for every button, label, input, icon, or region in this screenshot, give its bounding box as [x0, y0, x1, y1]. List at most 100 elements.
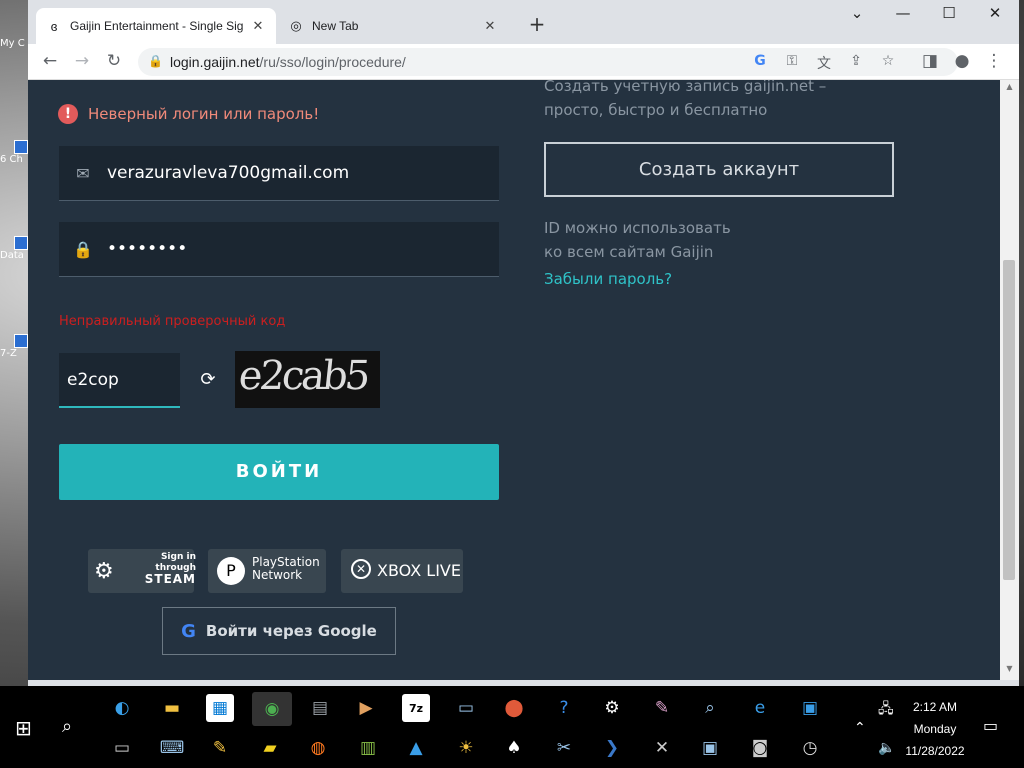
shortcut-icon — [14, 236, 28, 250]
close-tab-icon[interactable]: ✕ — [250, 18, 266, 34]
tab-strip: ɞ Gaijin Entertainment - Single Sig ✕ ◎ … — [28, 0, 1019, 44]
show-hidden-icons-chevron[interactable]: ⌃ — [854, 720, 866, 736]
paint-palette-icon[interactable]: ✎ — [206, 734, 234, 762]
envelope-icon: ✉ — [76, 163, 90, 183]
volume-icon[interactable]: 🔈 — [878, 740, 895, 756]
captcha-error: Неправильный проверочный код — [59, 314, 286, 329]
reload-button[interactable]: ↻ — [102, 50, 126, 74]
spreadsheet-icon[interactable]: ▥ — [354, 734, 382, 762]
7zip-icon[interactable]: 7z — [402, 694, 430, 722]
desktop-icon-6ch[interactable]: 6 Ch — [0, 140, 28, 165]
weather-icon[interactable]: ☀ — [452, 734, 480, 762]
media-player-icon[interactable]: ▶ — [352, 694, 380, 722]
tab-new-tab[interactable]: ◎ New Tab ✕ — [278, 8, 508, 44]
desktop-icon-7z[interactable]: 7-Z — [0, 334, 28, 359]
chrome-icon[interactable]: ◉ — [252, 692, 292, 726]
forward-button[interactable]: → — [70, 50, 94, 74]
shortcut-icon — [14, 334, 28, 348]
email-field[interactable]: ✉ verazuravleva700gmail.com — [59, 146, 499, 201]
tray-clock[interactable]: 2:12 AM Monday 11/28/2022 — [900, 696, 970, 762]
address-bar[interactable]: 🔒 login.gaijin.net/ru/sso/login/procedur… — [138, 48, 958, 76]
help-icon[interactable]: ? — [550, 694, 578, 722]
powershell-icon[interactable]: ❯ — [598, 734, 626, 762]
browser-window: ɞ Gaijin Entertainment - Single Sig ✕ ◎ … — [28, 0, 1019, 686]
steam-logo-icon: ⚙ — [94, 559, 114, 584]
paint-icon[interactable]: ✎ — [648, 694, 676, 722]
google-login-button[interactable]: G Войти через Google — [162, 607, 396, 655]
password-field[interactable]: 🔒 •••••••• — [59, 222, 499, 277]
profile-avatar-icon[interactable]: ● — [950, 50, 974, 74]
desktop-icon-my-computer[interactable]: My C — [0, 38, 28, 49]
back-button[interactable]: ← — [38, 50, 62, 74]
steam-login-button[interactable]: ⚙ Sign in through STEAM — [88, 549, 196, 593]
forgot-password-link[interactable]: Забыли пароль? — [544, 270, 672, 288]
translate-icon[interactable]: 文 — [814, 53, 834, 72]
store-icon[interactable]: ▦ — [206, 694, 234, 722]
solitaire-icon[interactable]: ♠ — [500, 734, 528, 762]
terminal-icon[interactable]: ▭ — [108, 734, 136, 762]
side-panel-icon[interactable]: ◨ — [918, 50, 942, 74]
close-tab-icon[interactable]: ✕ — [482, 18, 498, 34]
calculator-icon[interactable]: ▤ — [306, 694, 334, 722]
control-panel-icon[interactable]: ▣ — [796, 694, 824, 722]
minimize-button[interactable]: — — [880, 4, 926, 28]
url-text: login.gaijin.net/ru/sso/login/procedure/ — [170, 54, 406, 70]
refresh-captcha-icon[interactable]: ⟳ — [198, 370, 218, 390]
error-icon: ! — [58, 104, 78, 124]
lock-icon: 🔒 — [148, 54, 163, 68]
photos-icon[interactable]: ▲ — [402, 734, 430, 762]
login-page: ! Неверный логин или пароль! ✉ verazurav… — [28, 80, 1000, 680]
file-explorer-icon[interactable]: ▬ — [158, 694, 186, 722]
login-button[interactable]: ВОЙТИ — [59, 444, 499, 500]
search-icon[interactable]: ⌕ — [62, 716, 72, 737]
notepad-icon[interactable]: ▭ — [452, 694, 480, 722]
google-logo-icon: G — [181, 620, 196, 642]
playstation-logo-icon: P — [217, 557, 245, 585]
browser-toolbar: ← → ↻ 🔒 login.gaijin.net/ru/sso/login/pr… — [28, 44, 1019, 80]
keyboard-icon[interactable]: ⌨ — [158, 734, 186, 762]
create-account-button[interactable]: Создать аккаунт — [544, 142, 894, 197]
psn-login-button[interactable]: P PlayStation Network — [208, 549, 326, 593]
lock-icon: 🔒 — [73, 239, 93, 259]
scrollbar-thumb[interactable] — [1003, 260, 1015, 580]
shortcut-icon — [14, 140, 28, 154]
steam-label: Sign in through STEAM — [144, 552, 196, 586]
chrome-favicon-icon: ◎ — [290, 18, 302, 33]
sticky-notes-icon[interactable]: ▰ — [256, 734, 284, 762]
google-lens-icon[interactable]: G — [750, 53, 770, 71]
xbox-logo-icon: ✕ — [351, 559, 371, 579]
page-scrollbar[interactable]: ▲ ▼ — [1000, 80, 1019, 680]
xml-editor-icon[interactable]: ✕ — [648, 734, 676, 762]
scroll-down-arrow[interactable]: ▼ — [1000, 664, 1019, 678]
camera-icon[interactable]: ◙ — [746, 734, 774, 762]
internet-explorer-icon[interactable]: e — [746, 694, 774, 722]
taskbar: ⊞ ⌕ ◐ ▬ ▦ ◉ ▤ ▶ 7z ▭ ⬤ ? ⚙ ✎ ⌕ e ▣ ▭ ⌨ ✎… — [0, 686, 1024, 768]
snipping-tool-icon[interactable]: ✂ — [550, 734, 578, 762]
maps-icon[interactable]: ⬤ — [500, 694, 528, 722]
register-description: Создать учетную запись gaijin.net – прос… — [544, 80, 827, 119]
menu-kebab-icon[interactable]: ⋮ — [982, 50, 1006, 74]
captcha-image: e2cab5 — [235, 351, 380, 408]
settings-gear-icon[interactable]: ⚙ — [598, 694, 626, 722]
close-window-button[interactable]: ✕ — [972, 4, 1018, 28]
xbox-login-button[interactable]: ✕ XBOX LIVE — [341, 549, 463, 593]
edge-icon[interactable]: ◐ — [108, 694, 136, 722]
firefox-icon[interactable]: ◍ — [304, 734, 332, 762]
bookmark-star-icon[interactable]: ☆ — [878, 53, 898, 71]
maximize-button[interactable]: ☐ — [926, 4, 972, 28]
network-tool-icon[interactable]: ▣ — [696, 734, 724, 762]
captcha-input[interactable]: e2cop — [59, 353, 180, 408]
scroll-up-arrow[interactable]: ▲ — [1000, 82, 1019, 96]
share-icon[interactable]: ⇪ — [846, 53, 866, 71]
tab-gaijin[interactable]: ɞ Gaijin Entertainment - Single Sig ✕ — [36, 8, 276, 44]
notifications-icon[interactable]: ▭ — [983, 716, 998, 735]
new-tab-button[interactable]: + — [524, 12, 550, 38]
desktop-icon-data[interactable]: Data — [0, 236, 28, 261]
key-icon[interactable]: ⚿ — [782, 53, 802, 71]
clock-icon[interactable]: ◷ — [796, 734, 824, 762]
magnifier-icon[interactable]: ⌕ — [696, 694, 724, 722]
windows-start-icon[interactable]: ⊞ — [15, 716, 32, 740]
psn-label: PlayStation Network — [252, 555, 320, 582]
tab-search-icon[interactable]: ⌄ — [834, 4, 880, 28]
network-icon[interactable]: 🖧 — [878, 698, 894, 722]
